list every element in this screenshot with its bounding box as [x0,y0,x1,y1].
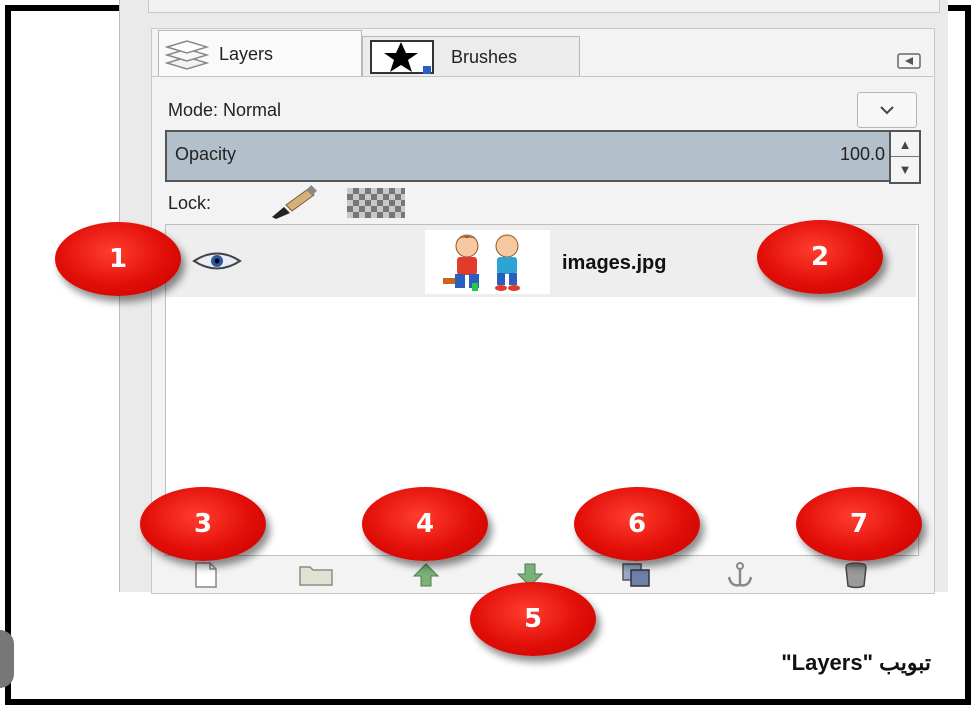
lock-label: Lock: [168,193,212,213]
tab-brushes[interactable]: Brushes [362,36,580,77]
raise-layer-button[interactable] [406,558,446,592]
anchor-layer-button[interactable] [720,558,760,592]
tab-divider [151,76,933,77]
spin-up-icon[interactable]: ▲ [891,132,919,157]
opacity-value: 100.0 [839,144,885,164]
anchor-icon [727,562,753,587]
badge-6: 6 [574,487,700,561]
mode-dropdown-button[interactable] [857,92,917,128]
dock-top-edge [148,0,940,13]
badge-5: 5 [470,582,596,656]
badge-2: 2 [757,220,883,294]
corner-decoration [0,630,14,688]
eye-icon[interactable] [192,250,242,272]
tab-brushes-label: Brushes [451,46,518,67]
star-brush-icon [370,40,434,74]
new-page-icon [195,562,217,588]
panel-menu-icon[interactable] [897,53,921,69]
chevron-down-icon [880,105,894,114]
spin-down-icon[interactable]: ▼ [891,157,919,181]
new-layer-group-button[interactable] [296,558,336,592]
layer-name[interactable]: images.jpg [562,252,666,275]
arrow-up-icon [412,563,440,587]
figure-caption: تبويب "Layers" [781,650,931,675]
delete-layer-button[interactable] [836,558,876,592]
badge-7: 7 [796,487,922,561]
badge-1: 1 [55,222,181,296]
duplicate-icon [622,563,650,587]
new-layer-button[interactable] [186,558,226,592]
cartoon-kids-thumbnail [443,234,520,291]
opacity-spinner[interactable]: ▲ ▼ [889,130,921,184]
tab-layers-label: Layers [219,43,274,64]
folder-icon [299,566,333,586]
tab-layers[interactable]: Layers [158,30,362,77]
badge-4: 4 [362,487,488,561]
trash-icon [845,562,867,589]
badge-3: 3 [140,487,266,561]
layers-stack-icon [164,40,209,70]
lock-alpha-checker-icon[interactable] [347,188,405,218]
layer-thumbnail [425,230,550,294]
lock-pixels-brush-icon[interactable] [268,185,320,221]
mode-label[interactable]: Mode: Normal [168,100,281,121]
opacity-slider[interactable]: Opacity 100.0 [165,130,893,182]
opacity-label: Opacity [175,144,237,164]
duplicate-layer-button[interactable] [616,558,656,592]
